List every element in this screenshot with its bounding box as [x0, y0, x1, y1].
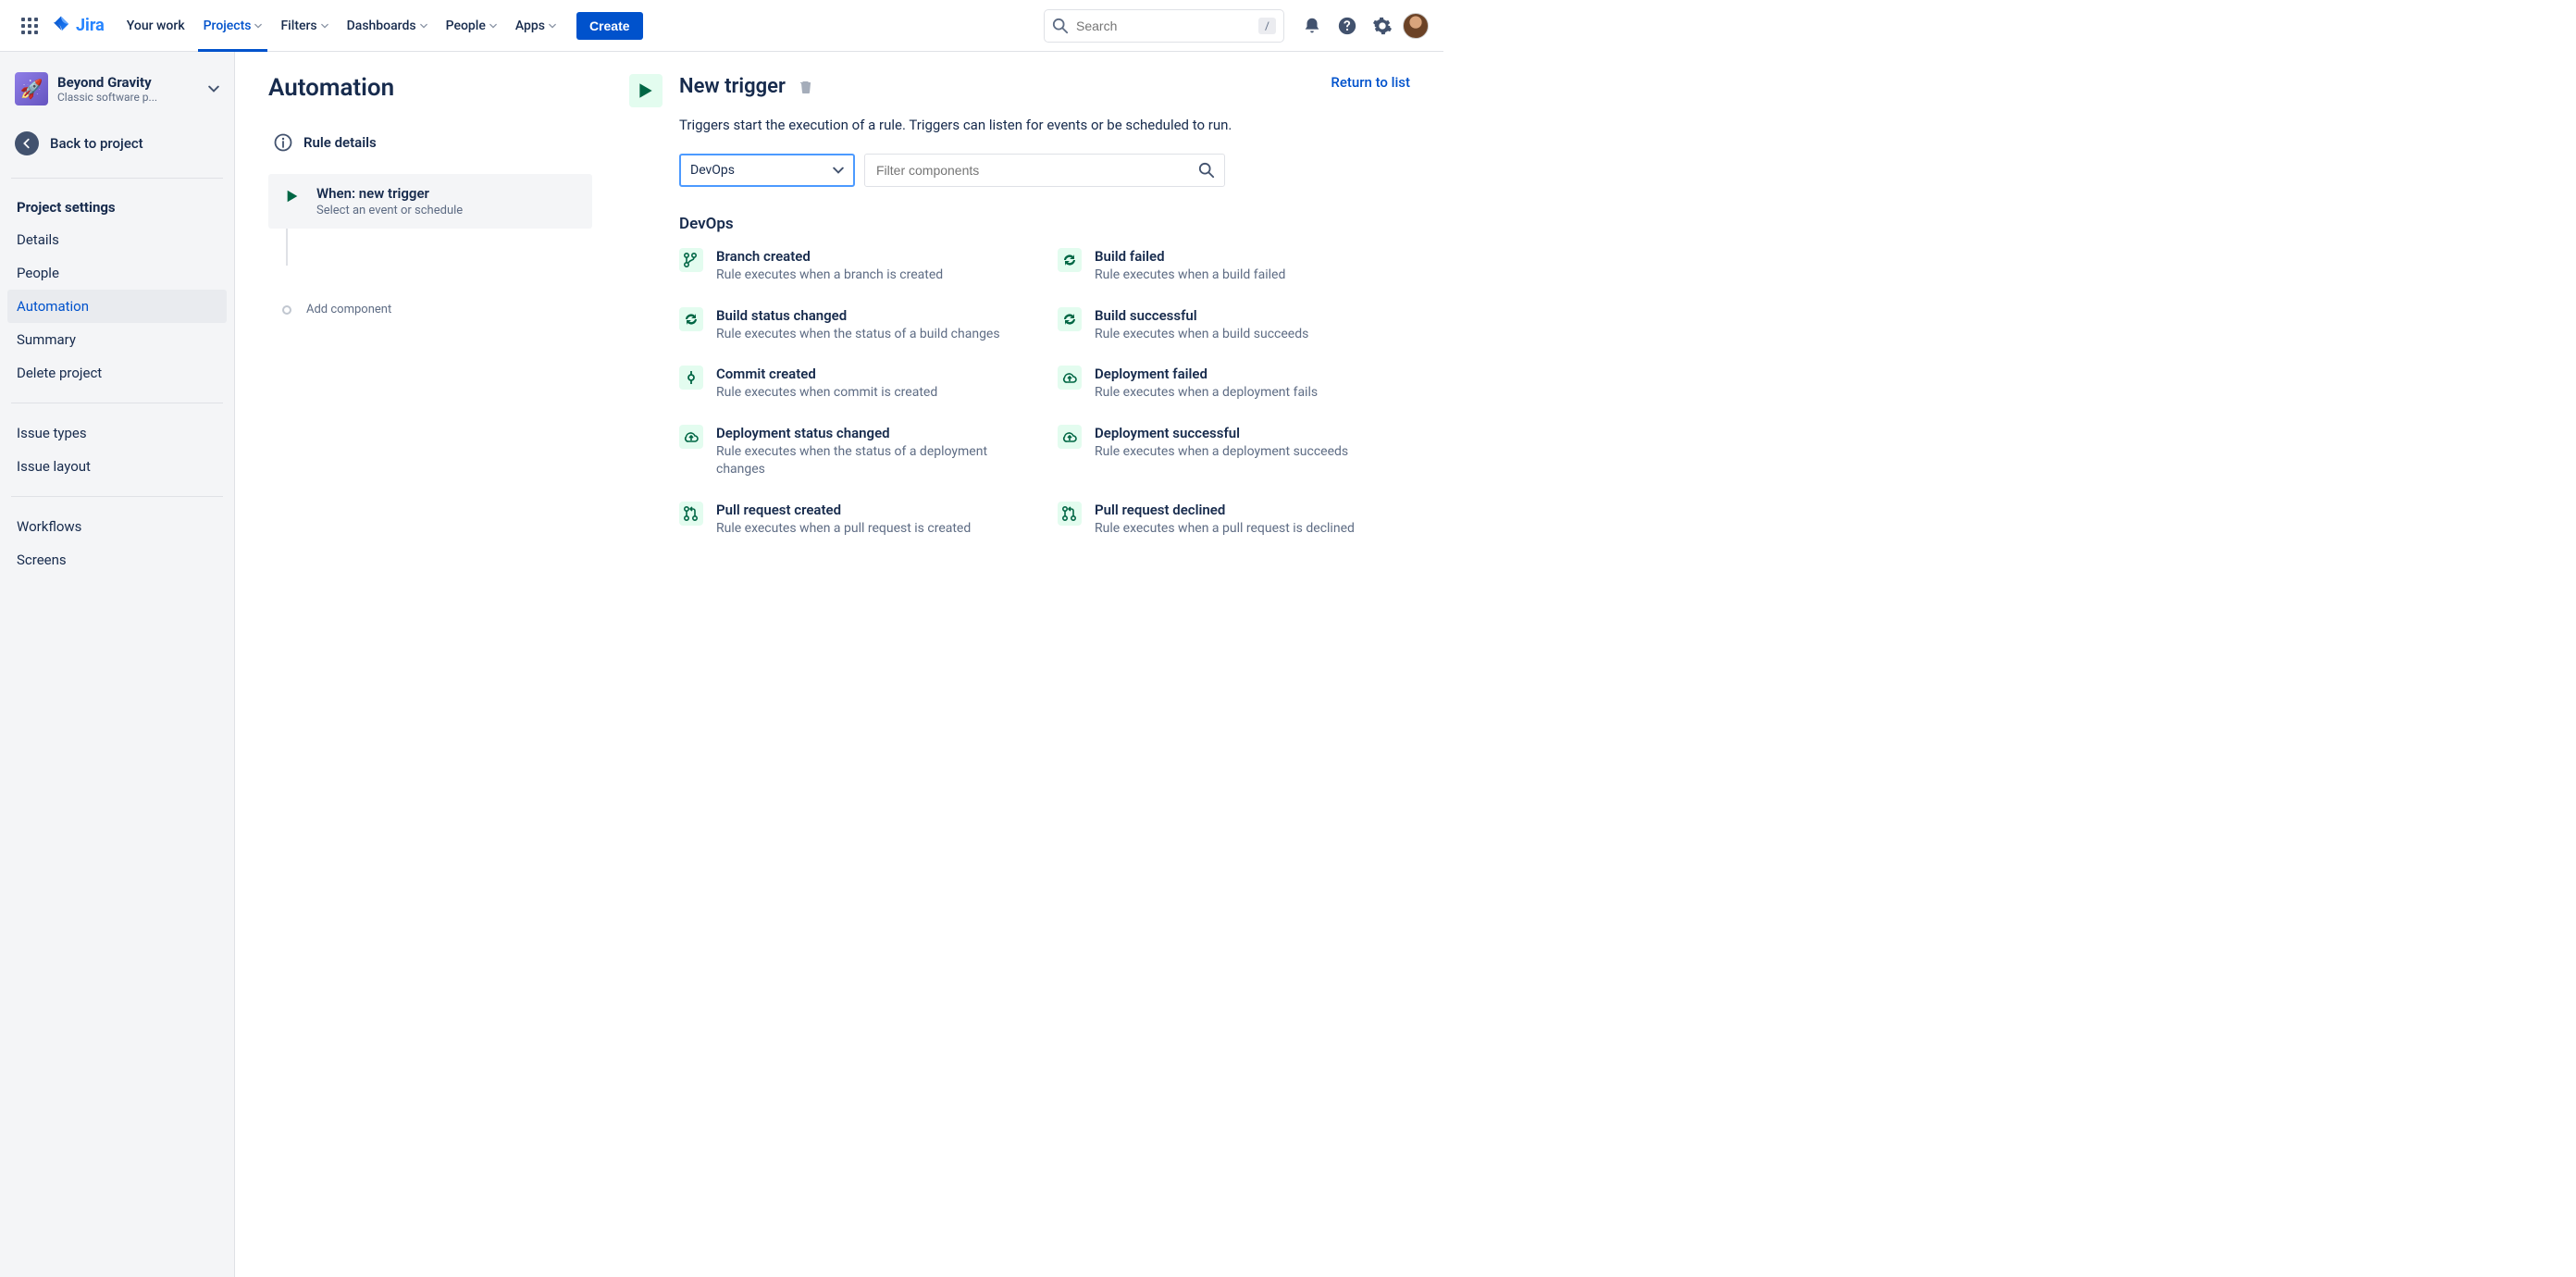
trigger-pull-request-created[interactable]: Pull request createdRule executes when a… — [679, 502, 1032, 539]
category-select[interactable]: DevOps — [679, 154, 855, 187]
sidebar-item-screens[interactable]: Screens — [7, 543, 227, 577]
trigger-branch-created[interactable]: Branch createdRule executes when a branc… — [679, 248, 1032, 285]
page-title: Automation — [268, 74, 394, 102]
chevron-down-icon — [833, 165, 844, 176]
jira-logo[interactable]: Jira — [50, 15, 105, 37]
create-button[interactable]: Create — [576, 12, 643, 40]
sidebar-item-delete-project[interactable]: Delete project — [7, 356, 227, 390]
pr-icon — [679, 502, 703, 526]
nav-your-work[interactable]: Your work — [118, 0, 194, 51]
trigger-deployment-failed[interactable]: Deployment failedRule executes when a de… — [1058, 366, 1410, 403]
nav-filters[interactable]: Filters — [271, 0, 337, 51]
info-icon — [274, 133, 292, 152]
sidebar-item-issue-types[interactable]: Issue types — [7, 416, 227, 450]
project-header[interactable]: 🚀 Beyond Gravity Classic software p... — [7, 67, 227, 118]
add-component-link[interactable]: Add component — [268, 303, 592, 316]
sidebar-item-people[interactable]: People — [7, 256, 227, 290]
cycle-icon — [679, 307, 703, 331]
user-avatar[interactable] — [1403, 13, 1429, 39]
sidebar-item-automation[interactable]: Automation — [7, 290, 227, 323]
filter-components-input[interactable] — [874, 162, 1198, 179]
nav-links: Your workProjectsFiltersDashboardsPeople… — [118, 0, 565, 51]
branch-icon — [679, 248, 703, 272]
nav-projects[interactable]: Projects — [194, 0, 272, 51]
search-input[interactable] — [1069, 19, 1258, 33]
search-input-wrap[interactable]: / — [1044, 9, 1284, 43]
sidebar-item-summary[interactable]: Summary — [7, 323, 227, 356]
trigger-category-heading: DevOps — [679, 215, 1410, 233]
delete-trigger-icon[interactable] — [799, 80, 813, 98]
cloud-icon — [1058, 425, 1082, 449]
project-name: Beyond Gravity — [57, 74, 199, 91]
project-avatar: 🚀 — [15, 72, 48, 105]
back-arrow-icon — [15, 131, 39, 155]
top-nav: Jira Your workProjectsFiltersDashboardsP… — [0, 0, 1443, 52]
nav-people[interactable]: People — [437, 0, 506, 51]
rule-step-trigger[interactable]: When: new trigger Select an event or sch… — [268, 174, 592, 229]
back-to-project-link[interactable]: Back to project — [7, 122, 227, 165]
cycle-icon — [1058, 248, 1082, 272]
project-sidebar: 🚀 Beyond Gravity Classic software p... B… — [0, 52, 235, 1277]
project-type: Classic software p... — [57, 91, 199, 104]
search-icon — [1052, 18, 1069, 34]
chevron-down-icon[interactable] — [208, 83, 219, 94]
sidebar-item-issue-layout[interactable]: Issue layout — [7, 450, 227, 483]
help-icon[interactable] — [1332, 11, 1362, 41]
commit-icon — [679, 366, 703, 390]
trigger-commit-created[interactable]: Commit createdRule executes when commit … — [679, 366, 1032, 403]
trigger-build-failed[interactable]: Build failedRule executes when a build f… — [1058, 248, 1410, 285]
trigger-deployment-successful[interactable]: Deployment successfulRule executes when … — [1058, 425, 1410, 479]
search-icon — [1198, 162, 1215, 179]
rule-details-link[interactable]: Rule details — [268, 124, 592, 161]
play-icon — [629, 74, 663, 107]
trigger-deployment-status-changed[interactable]: Deployment status changedRule executes w… — [679, 425, 1032, 479]
settings-icon[interactable] — [1368, 11, 1397, 41]
cycle-icon — [1058, 307, 1082, 331]
cloud-icon — [1058, 366, 1082, 390]
app-switcher-icon[interactable] — [15, 11, 44, 41]
trigger-description: Triggers start the execution of a rule. … — [679, 117, 1410, 133]
product-name: Jira — [76, 16, 105, 35]
nav-dashboards[interactable]: Dashboards — [338, 0, 437, 51]
sidebar-item-details[interactable]: Details — [7, 223, 227, 256]
return-to-list-link[interactable]: Return to list — [1331, 74, 1410, 91]
sidebar-heading-project-settings: Project settings — [7, 192, 227, 223]
search-shortcut: / — [1258, 18, 1276, 34]
trigger-pull-request-declined[interactable]: Pull request declinedRule executes when … — [1058, 502, 1410, 539]
filter-components-input-wrap[interactable] — [864, 154, 1225, 187]
pr-icon — [1058, 502, 1082, 526]
notifications-icon[interactable] — [1297, 11, 1327, 41]
cloud-icon — [679, 425, 703, 449]
nav-apps[interactable]: Apps — [506, 0, 565, 51]
trigger-build-status-changed[interactable]: Build status changedRule executes when t… — [679, 307, 1032, 344]
add-dot-icon — [282, 305, 291, 315]
trigger-build-successful[interactable]: Build successfulRule executes when a bui… — [1058, 307, 1410, 344]
trigger-title: New trigger — [679, 75, 786, 98]
main-content: Automation Rule details When: new trigge… — [235, 52, 1443, 1277]
play-icon — [281, 185, 303, 207]
sidebar-item-workflows[interactable]: Workflows — [7, 510, 227, 543]
